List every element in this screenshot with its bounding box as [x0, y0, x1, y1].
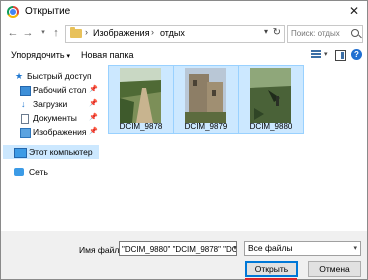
open-button[interactable]: Открыть [245, 261, 298, 277]
new-folder-button[interactable]: Новая папка [81, 50, 133, 60]
organize-button[interactable]: Упорядочить [11, 50, 70, 60]
bottom-panel: Имя файла: "DCIM_9880" "DCIM_9878" "DCI … [1, 231, 367, 279]
documents-icon [21, 114, 29, 124]
cancel-button[interactable]: Отмена [308, 261, 361, 277]
file-name: DCIM_9880 [249, 122, 293, 131]
nav-item-pictures[interactable]: Изображения 📌 [3, 125, 99, 139]
file-item[interactable]: DCIM_9880 [238, 65, 304, 134]
address-row: ← → ▾ ↑ › Изображения › отдых ▾ ↻ [1, 23, 367, 45]
photo-thumbnail [185, 68, 226, 123]
file-list: DCIM_9878 DCIM_9879 DCIM_9880 [99, 65, 367, 231]
forward-arrow-icon[interactable]: → [22, 27, 34, 39]
network-icon [14, 168, 24, 176]
pin-icon: 📌 [89, 128, 98, 135]
filename-input[interactable]: "DCIM_9880" "DCIM_9878" "DCI [119, 241, 237, 256]
file-item[interactable]: DCIM_9878 [108, 65, 174, 134]
window-title: Открытие [25, 6, 71, 17]
navigation-pane: ★ Быстрый доступ Рабочий стол 📌 ↓ Загруз… [1, 65, 99, 231]
address-bar[interactable]: › Изображения › отдых ▾ ↻ [65, 25, 285, 43]
photo-thumbnail [120, 68, 161, 123]
file-item[interactable]: DCIM_9879 [173, 65, 239, 134]
nav-item-downloads[interactable]: ↓ Загрузки 📌 [3, 97, 99, 111]
desktop-icon [20, 86, 31, 96]
star-icon: ★ [15, 71, 24, 81]
search-input[interactable] [291, 27, 347, 40]
pin-icon: 📌 [89, 114, 98, 121]
recent-dropdown-icon[interactable]: ▾ [37, 27, 49, 39]
nav-quick-access[interactable]: ★ Быстрый доступ [3, 69, 99, 83]
filename-dropdown-icon[interactable]: ▾ [231, 241, 239, 256]
file-type-value: Все файлы [248, 243, 293, 253]
preview-pane-icon[interactable] [335, 50, 346, 61]
open-file-dialog: Открытие ✕ ← → ▾ ↑ › Изображения › отдых… [0, 0, 368, 280]
breadcrumb-separator-icon[interactable]: › [85, 27, 88, 37]
nav-network[interactable]: Сеть [3, 165, 99, 179]
title-bar: Открытие ✕ [1, 1, 367, 23]
breadcrumb-pictures[interactable]: Изображения [93, 28, 150, 38]
photo-thumbnail [250, 68, 291, 123]
nav-this-pc[interactable]: Этот компьютер [3, 145, 99, 159]
nav-item-documents[interactable]: Документы 📌 [3, 111, 99, 125]
back-arrow-icon[interactable]: ← [7, 27, 19, 39]
search-icon [351, 29, 359, 37]
breadcrumb-separator-icon[interactable]: › [151, 27, 154, 37]
pin-icon: 📌 [89, 86, 98, 93]
up-arrow-icon[interactable]: ↑ [50, 27, 62, 39]
refresh-icon[interactable]: ↻ [273, 27, 281, 38]
computer-icon [14, 148, 27, 158]
chrome-icon [7, 6, 19, 18]
pictures-icon [20, 128, 31, 138]
file-name: DCIM_9879 [184, 122, 228, 131]
breadcrumb-current[interactable]: отдых [160, 28, 185, 38]
file-type-select[interactable]: Все файлы ▾ [244, 241, 361, 256]
nav-item-desktop[interactable]: Рабочий стол 📌 [3, 83, 99, 97]
file-name: DCIM_9878 [119, 122, 163, 131]
view-dropdown-icon[interactable]: ▾ [324, 50, 328, 58]
view-options-icon[interactable] [311, 50, 321, 59]
search-box[interactable] [287, 25, 363, 43]
download-icon: ↓ [21, 99, 26, 109]
address-dropdown-icon[interactable]: ▾ [264, 27, 268, 36]
chevron-down-icon: ▾ [353, 245, 357, 252]
help-icon[interactable]: ? [351, 49, 362, 60]
command-bar: Упорядочить Новая папка ▾ ? [1, 45, 367, 65]
folder-icon [70, 27, 82, 38]
close-button[interactable]: ✕ [347, 4, 361, 18]
pin-icon: 📌 [89, 100, 98, 107]
